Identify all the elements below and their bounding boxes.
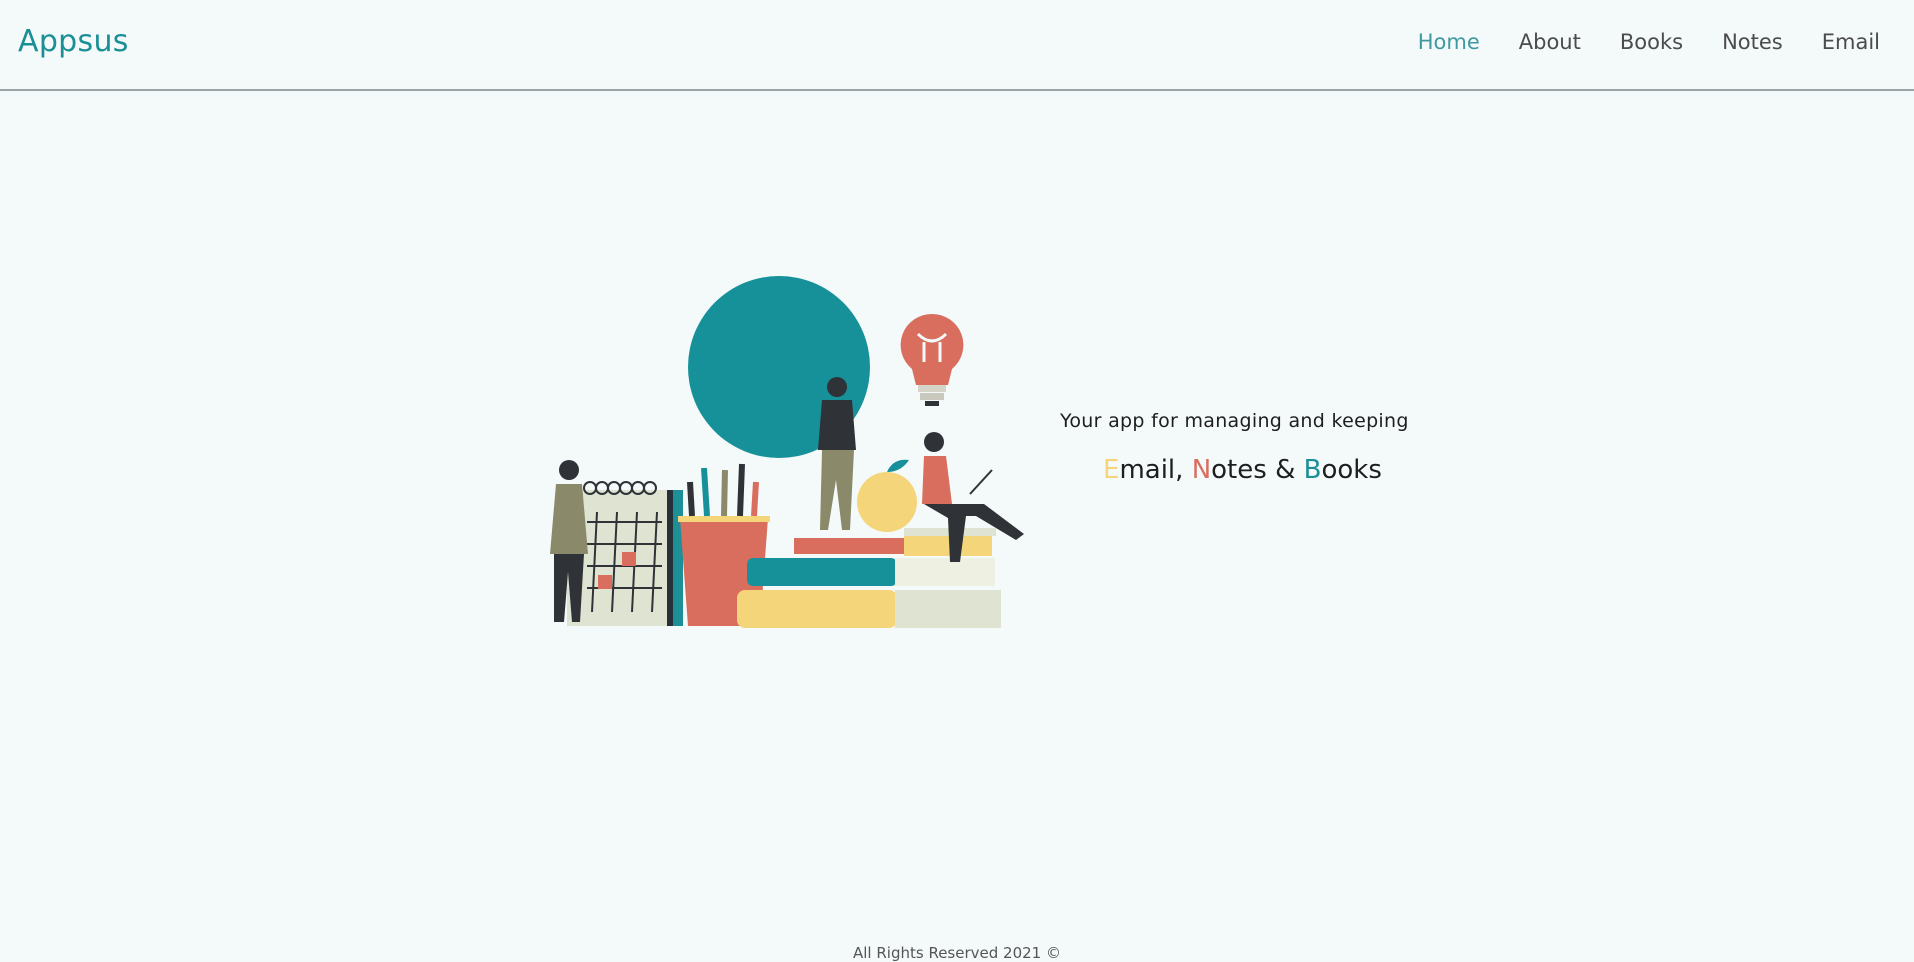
- hero-tagline: Your app for managing and keeping: [1060, 410, 1409, 432]
- nav-books-link[interactable]: Books: [1620, 30, 1683, 54]
- nav-notes-link[interactable]: Notes: [1722, 30, 1783, 54]
- notes-rest: otes: [1211, 455, 1267, 485]
- app-logo[interactable]: Appsus: [18, 24, 129, 59]
- main-nav: Home About Books Notes Email: [1418, 30, 1880, 54]
- nav-home-link[interactable]: Home: [1418, 30, 1480, 54]
- nav-about-link[interactable]: About: [1519, 30, 1581, 54]
- notes-initial: N: [1191, 455, 1212, 485]
- books-rest: ooks: [1321, 455, 1382, 485]
- ampersand: &: [1275, 455, 1296, 485]
- books-initial: B: [1303, 455, 1322, 485]
- lightbulb-icon: [900, 313, 964, 406]
- app-header: Appsus Home About Books Notes Email: [0, 0, 1914, 91]
- footer-copyright: All Rights Reserved 2021 ©: [853, 944, 1061, 962]
- hero-apps-title: Email, Notes & Books: [1103, 455, 1382, 485]
- email-rest: mail,: [1119, 455, 1184, 485]
- email-initial: E: [1103, 455, 1120, 485]
- nav-email-link[interactable]: Email: [1822, 30, 1880, 54]
- study-illustration: [550, 276, 1024, 628]
